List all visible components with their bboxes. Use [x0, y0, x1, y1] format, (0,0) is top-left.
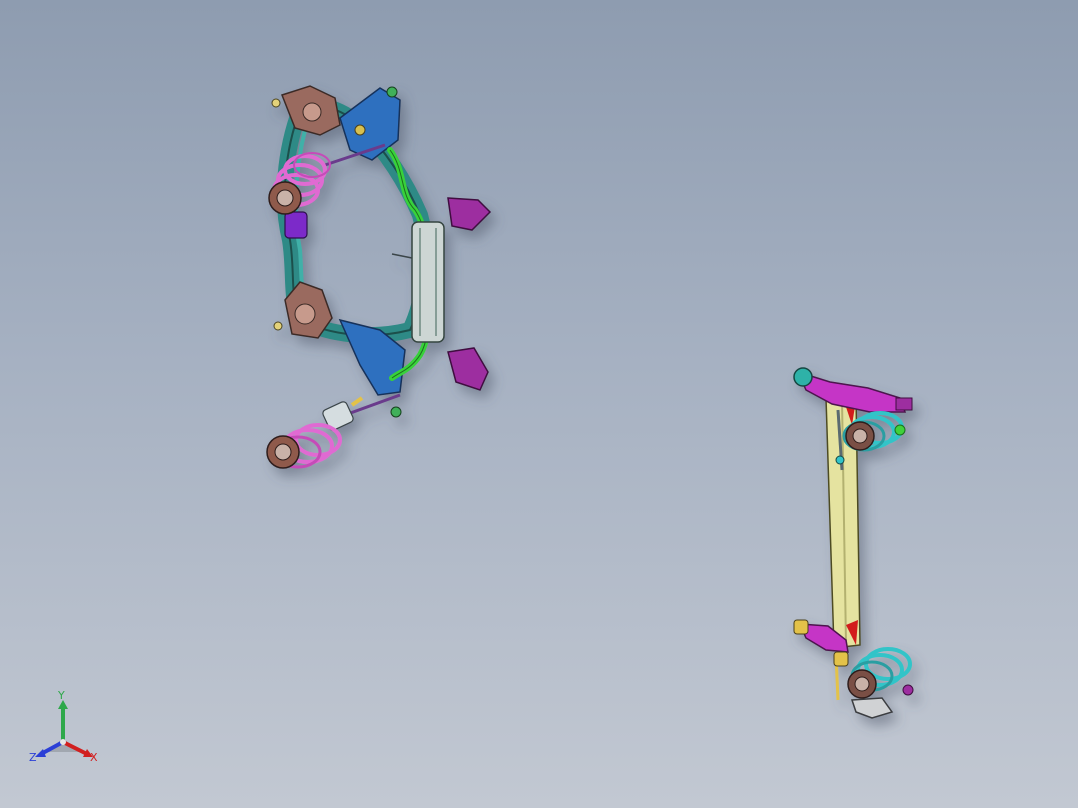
x-axis-label: X: [90, 751, 98, 764]
upper-strut-mount[interactable]: [271, 85, 341, 136]
3d-viewport[interactable]: Y Z X: [0, 0, 1078, 808]
upper-trailing-arm[interactable]: [796, 370, 907, 413]
lower-strut-mount[interactable]: [273, 281, 333, 339]
z-axis-label: Z: [29, 751, 37, 764]
engine-mount-lower[interactable]: [447, 347, 489, 391]
front-lower-coil-spring[interactable]: [266, 396, 364, 469]
crossmember[interactable]: [411, 221, 445, 343]
rear-axle-assembly[interactable]: [793, 367, 914, 719]
front-subframe-assembly[interactable]: [266, 85, 492, 469]
engine-mount-upper[interactable]: [447, 197, 492, 231]
rear-lower-coil-spring[interactable]: [847, 647, 914, 699]
y-axis-label: Y: [58, 689, 65, 702]
rear-lower-bracket[interactable]: [850, 697, 894, 719]
coordinate-triad: Y Z X: [25, 690, 105, 770]
cad-scene[interactable]: [0, 0, 1078, 808]
left-bushing[interactable]: [284, 211, 308, 239]
